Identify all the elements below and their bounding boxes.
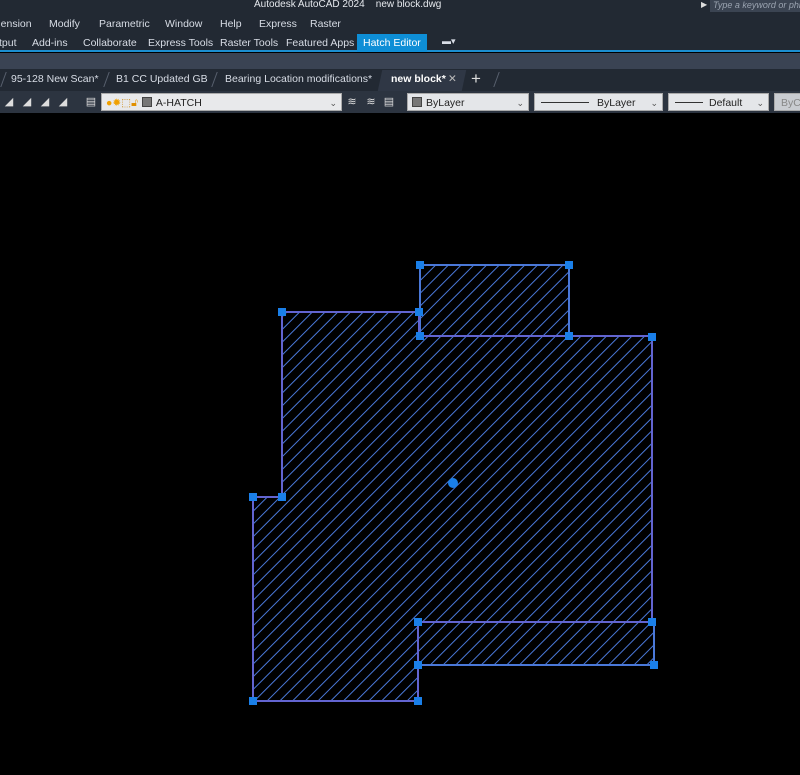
vertex-grip[interactable] — [650, 661, 658, 669]
vertex-grip[interactable] — [414, 661, 422, 669]
vertex-grip[interactable] — [648, 618, 656, 626]
vertex-grip[interactable] — [565, 261, 573, 269]
vertex-grip[interactable] — [416, 332, 424, 340]
vertex-grip[interactable] — [414, 697, 422, 705]
vertex-grip[interactable] — [416, 261, 424, 269]
vertex-grip[interactable] — [278, 493, 286, 501]
vertex-grip[interactable] — [249, 697, 257, 705]
vertex-grip[interactable] — [249, 493, 257, 501]
vertex-grip[interactable] — [415, 308, 423, 316]
vertex-grip[interactable] — [278, 308, 286, 316]
vertex-grip[interactable] — [648, 333, 656, 341]
hatch-center-grip[interactable] — [448, 478, 458, 488]
hatch-top[interactable] — [419, 264, 570, 337]
vertex-grip[interactable] — [565, 332, 573, 340]
vertex-grip[interactable] — [414, 618, 422, 626]
hatch-drawing[interactable] — [0, 0, 800, 775]
hatch-bottom[interactable] — [417, 621, 655, 666]
